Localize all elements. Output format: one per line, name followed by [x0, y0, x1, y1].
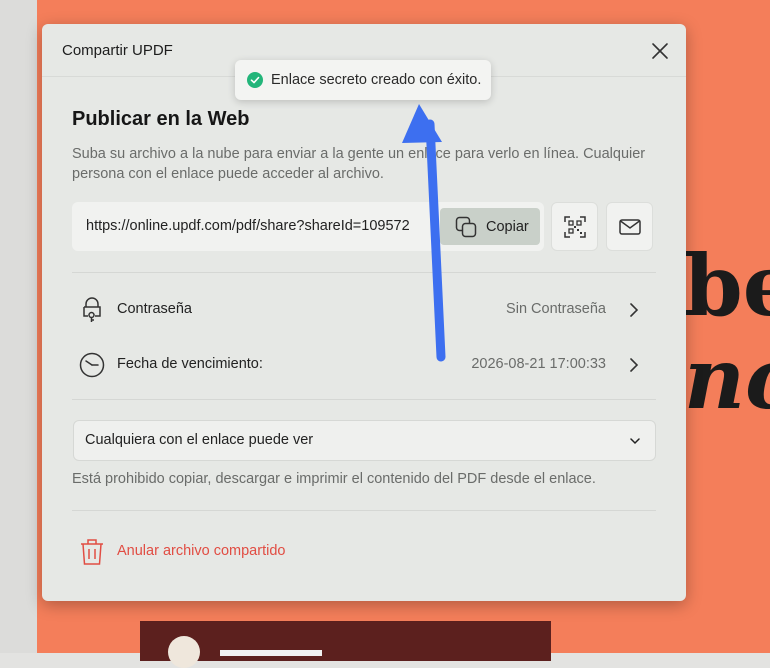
revoke-share-button[interactable]: Anular archivo compartido: [72, 534, 332, 570]
permission-selected-value: Cualquiera con el enlace puede ver: [85, 432, 314, 448]
trash-icon: [81, 539, 103, 565]
qr-code-button[interactable]: [551, 202, 598, 251]
chevron-down-icon: [630, 438, 640, 445]
expiration-value: 2026-08-21 17:00:33: [471, 356, 606, 372]
expiration-row[interactable]: Fecha de vencimiento: 2026-08-21 17:00:3…: [72, 345, 656, 385]
background-bar: [220, 650, 322, 656]
toast-message: Enlace secreto creado con éxito.: [271, 72, 482, 88]
password-value: Sin Contraseña: [506, 301, 606, 317]
mail-icon: [618, 218, 641, 235]
chevron-right-icon: [630, 303, 639, 317]
background-heading-line-1: be: [684, 236, 770, 335]
background-heading-line-2: nc: [684, 329, 770, 428]
share-link-field[interactable]: https://online.updf.com/pdf/share?shareI…: [72, 202, 544, 251]
share-dialog: Compartir UPDF Publicar en la Web Suba s…: [42, 24, 686, 601]
expiration-label: Fecha de vencimiento:: [117, 356, 263, 372]
divider: [72, 399, 656, 400]
permission-note: Está prohibido copiar, descargar e impri…: [72, 471, 596, 487]
password-row[interactable]: Contraseña Sin Contraseña: [72, 290, 656, 330]
background-left-panel: [0, 0, 37, 653]
copy-button[interactable]: Copiar: [440, 208, 540, 245]
success-toast: Enlace secreto creado con éxito.: [235, 60, 491, 100]
section-title: Publicar en la Web: [72, 108, 250, 130]
divider: [72, 510, 656, 511]
share-link-text[interactable]: https://online.updf.com/pdf/share?shareI…: [86, 218, 422, 234]
revoke-label: Anular archivo compartido: [117, 543, 286, 559]
email-button[interactable]: [606, 202, 653, 251]
divider: [72, 272, 656, 273]
qr-code-icon: [563, 215, 586, 238]
clock-icon: [79, 352, 105, 378]
lock-key-icon: [83, 297, 101, 322]
dialog-title: Compartir UPDF: [62, 42, 173, 59]
permission-select[interactable]: Cualquiera con el enlace puede ver: [73, 420, 656, 461]
copy-label: Copiar: [486, 218, 529, 235]
chevron-right-icon: [630, 358, 639, 372]
close-icon: [652, 43, 668, 59]
background-card: [140, 621, 551, 661]
password-label: Contraseña: [117, 301, 192, 317]
copy-icon: [455, 216, 477, 237]
section-description: Suba su archivo a la nube para enviar a …: [72, 146, 646, 182]
close-button[interactable]: [649, 40, 671, 62]
check-circle-icon: [247, 72, 263, 88]
background-avatar: [168, 636, 200, 668]
